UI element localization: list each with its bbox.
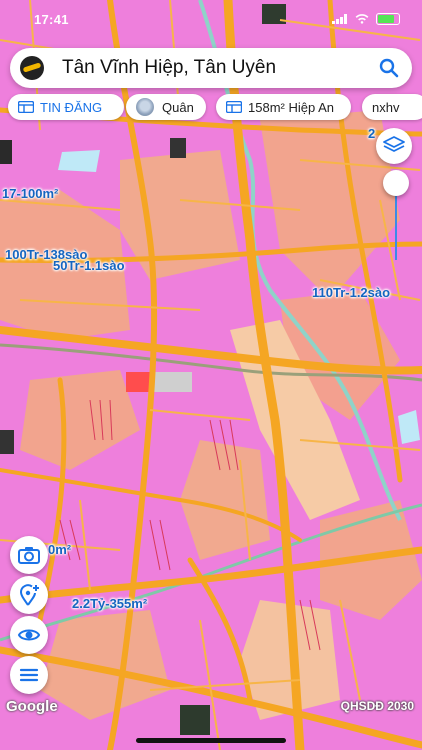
building-block [180,705,210,735]
wifi-icon [355,14,369,24]
add-pin-icon [19,584,39,606]
battery-icon [376,13,400,25]
status-time: 17:41 [34,12,69,27]
chip-quan[interactable]: Quân [126,94,206,120]
chip-label: nxhv [372,99,400,115]
layers-button[interactable] [376,128,412,164]
map-label[interactable]: 110Tr-1.2sào [312,285,390,300]
search-bar[interactable]: Tân Vĩnh Hiệp, Tân Uyên [10,48,412,88]
chip-label: 158m² Hiệp An [248,99,334,115]
home-indicator[interactable] [136,738,286,743]
map-label[interactable]: 2 [368,126,375,141]
water-body [58,150,100,172]
search-query[interactable]: Tân Vĩnh Hiệp, Tân Uyên [62,57,276,79]
camera-icon [18,547,40,564]
chip-label: TIN ĐĂNG [40,99,103,115]
chip-nxhv[interactable]: nxhv [362,94,422,120]
google-logo: Google [6,698,58,715]
layer-label[interactable]: QHSDĐ 2030 [341,699,414,713]
building-block [170,138,186,158]
menu-button[interactable] [10,656,48,694]
search-icon[interactable] [378,57,400,79]
building-block [0,430,14,454]
my-location-button[interactable] [10,616,48,654]
signal-icon [332,14,347,24]
map-label[interactable]: 50Tr-1.1sào [53,258,125,273]
layers-icon [383,136,405,152]
chip-label: Quân [162,99,194,115]
listing-icon [18,101,34,113]
building-block [0,140,12,164]
map-label[interactable]: 17-100m² [2,186,58,201]
building-block [126,372,152,392]
status-bar: 17:41 [0,0,422,40]
status-icons [332,13,400,25]
app-logo-icon [20,56,44,80]
chip-tin-dang[interactable]: TIN ĐĂNG [8,94,124,120]
map-label[interactable]: 2.2Tỷ-355m² [72,596,147,611]
add-location-button[interactable] [10,576,48,614]
menu-icon [19,668,39,682]
building-block [152,372,192,392]
map-label[interactable]: 0m² [48,542,71,557]
listing-icon [226,101,242,113]
eye-icon [17,629,41,641]
avatar [136,98,154,116]
chip-row: TIN ĐĂNG Quân 158m² Hiệp An nxhv [8,94,422,122]
opacity-slider-knob[interactable] [383,170,409,196]
camera-button[interactable] [10,536,48,574]
chip-hiep-an[interactable]: 158m² Hiệp An [216,94,351,120]
